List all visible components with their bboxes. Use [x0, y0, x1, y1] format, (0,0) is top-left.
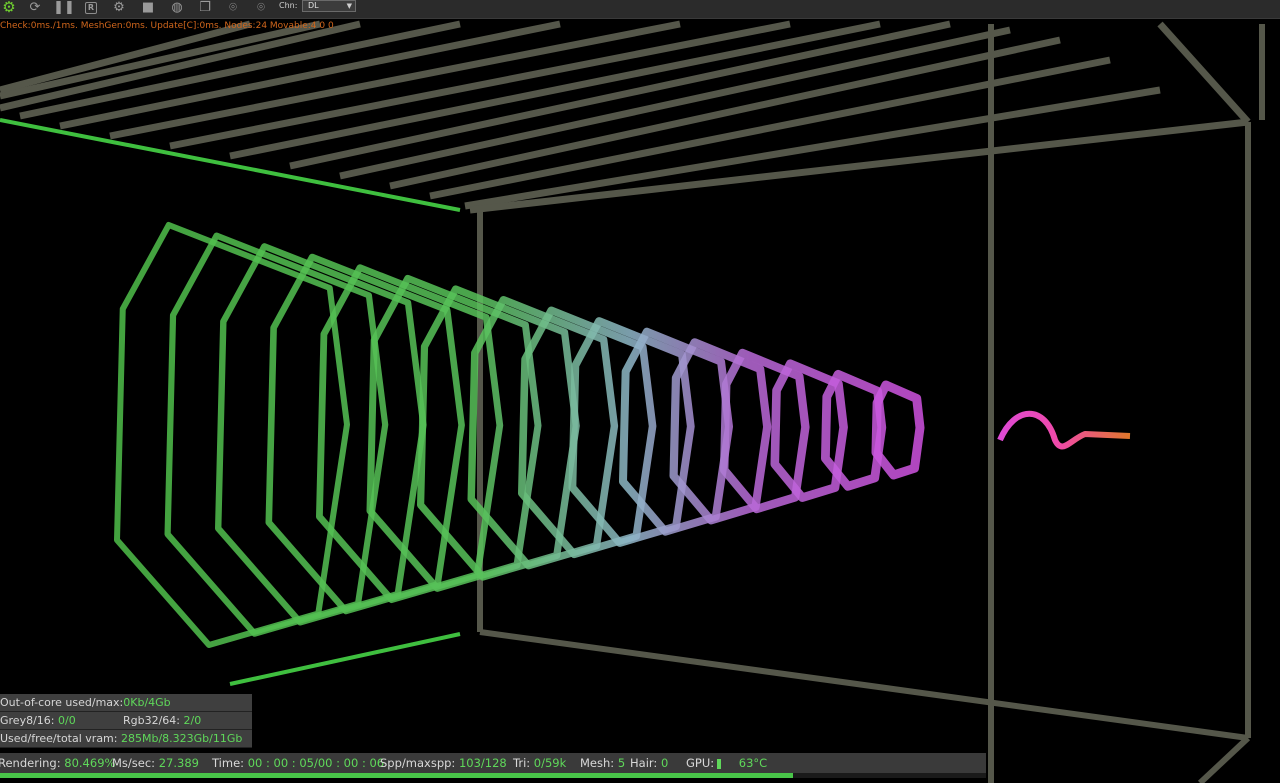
sphere-icon[interactable]: ◍ [168, 0, 186, 15]
performance-readout: Check:0ms./1ms. MeshGen:0ms. Update[C]:0… [0, 21, 334, 31]
refresh-icon[interactable]: ⟳ [26, 0, 44, 15]
rgb-group: Rgb32/64: 2/0 [123, 712, 201, 730]
out-of-core-label: Out-of-core used/max: [0, 696, 124, 709]
hair-value: 0 [660, 756, 669, 770]
channel-label: Chn: [279, 1, 298, 10]
spp-label: Spp/maxspp: [380, 756, 456, 770]
rgb-label: Rgb32/64: [123, 714, 181, 727]
copy-icon[interactable]: ❐ [196, 0, 214, 15]
texture-count-row: Grey8/16: 0/0 Rgb32/64: 2/0 [0, 712, 252, 730]
ms-value: 27.389 [158, 756, 199, 770]
rendering-status: Rendering: 80.469% [0, 753, 115, 773]
tri-label: Tri: [513, 756, 531, 770]
channel-select[interactable]: DL ▼ [302, 0, 356, 12]
pause-icon[interactable]: ❚❚ [55, 0, 73, 15]
hair-status: Hair: 0 [630, 753, 668, 773]
gear-icon[interactable]: ⚙ [110, 0, 128, 15]
out-of-core-row: Out-of-core used/max:0Kb/4Gb [0, 694, 252, 712]
render-progress-fill [0, 773, 794, 778]
map-pin-icon[interactable]: ⌾ [224, 0, 242, 15]
gpu-status: GPU: 63°C [686, 753, 767, 773]
time-value: 00 : 00 : 05/00 : 00 : 06 [247, 756, 385, 770]
spp-status: Spp/maxspp: 103/128 [380, 753, 507, 773]
render-statusbar: Rendering: 80.469% Ms/sec: 27.389 Time: … [0, 753, 986, 773]
mesh-value: 5 [617, 756, 626, 770]
gpu-temp: 63°C [738, 756, 768, 770]
channel-select-value: DL [308, 1, 319, 10]
grey-value: 0/0 [58, 714, 76, 727]
tri-value: 0/59k [533, 756, 567, 770]
settings-gear-icon[interactable]: ⚙ [0, 0, 18, 15]
spp-value: 103/128 [458, 756, 507, 770]
grey-label: Grey8/16: [0, 714, 55, 727]
helix-spiral [114, 222, 1131, 648]
ms-label: Ms/sec: [112, 756, 156, 770]
rendering-value: 80.469% [64, 756, 116, 770]
out-of-core-value: 0Kb/4Gb [123, 696, 171, 709]
render-viewport[interactable] [0, 19, 1280, 783]
mesh-label: Mesh: [580, 756, 615, 770]
vram-value: 285Mb/8.323Gb/11Gb [120, 732, 243, 745]
chevron-down-icon: ▼ [346, 2, 352, 10]
helix-ring [164, 232, 389, 637]
time-label: Time: [212, 756, 245, 770]
rgb-value: 2/0 [183, 714, 202, 727]
rendering-label: Rendering: [0, 756, 61, 770]
ms-status: Ms/sec: 27.389 [112, 753, 199, 773]
gpu-usage-bar [717, 758, 722, 769]
helix-ring [114, 222, 350, 648]
ceiling-slats [0, 20, 1251, 214]
vram-row: Used/free/total vram: 285Mb/8.323Gb/11Gb [0, 730, 252, 748]
toolbar: ⚙ ⟳ ❚❚ R ⚙ ■ ◍ ❐ ⌾ ⌾ Chn: DL ▼ [0, 0, 1280, 19]
gpu-label: GPU: [686, 756, 715, 770]
r-button-icon[interactable]: R [82, 0, 100, 15]
stats-panel: Out-of-core used/max:0Kb/4Gb Grey8/16: 0… [0, 694, 252, 748]
render-progress-track [0, 773, 986, 778]
vram-label: Used/free/total vram: [0, 732, 118, 745]
pin-icon[interactable]: ⌾ [252, 0, 270, 15]
helix-tail [997, 410, 1131, 450]
time-status: Time: 00 : 00 : 05/00 : 00 : 06 [212, 753, 384, 773]
mesh-status: Mesh: 5 [580, 753, 625, 773]
tri-status: Tri: 0/59k [513, 753, 566, 773]
lock-icon[interactable]: ■ [139, 0, 157, 15]
hair-label: Hair: [630, 756, 658, 770]
